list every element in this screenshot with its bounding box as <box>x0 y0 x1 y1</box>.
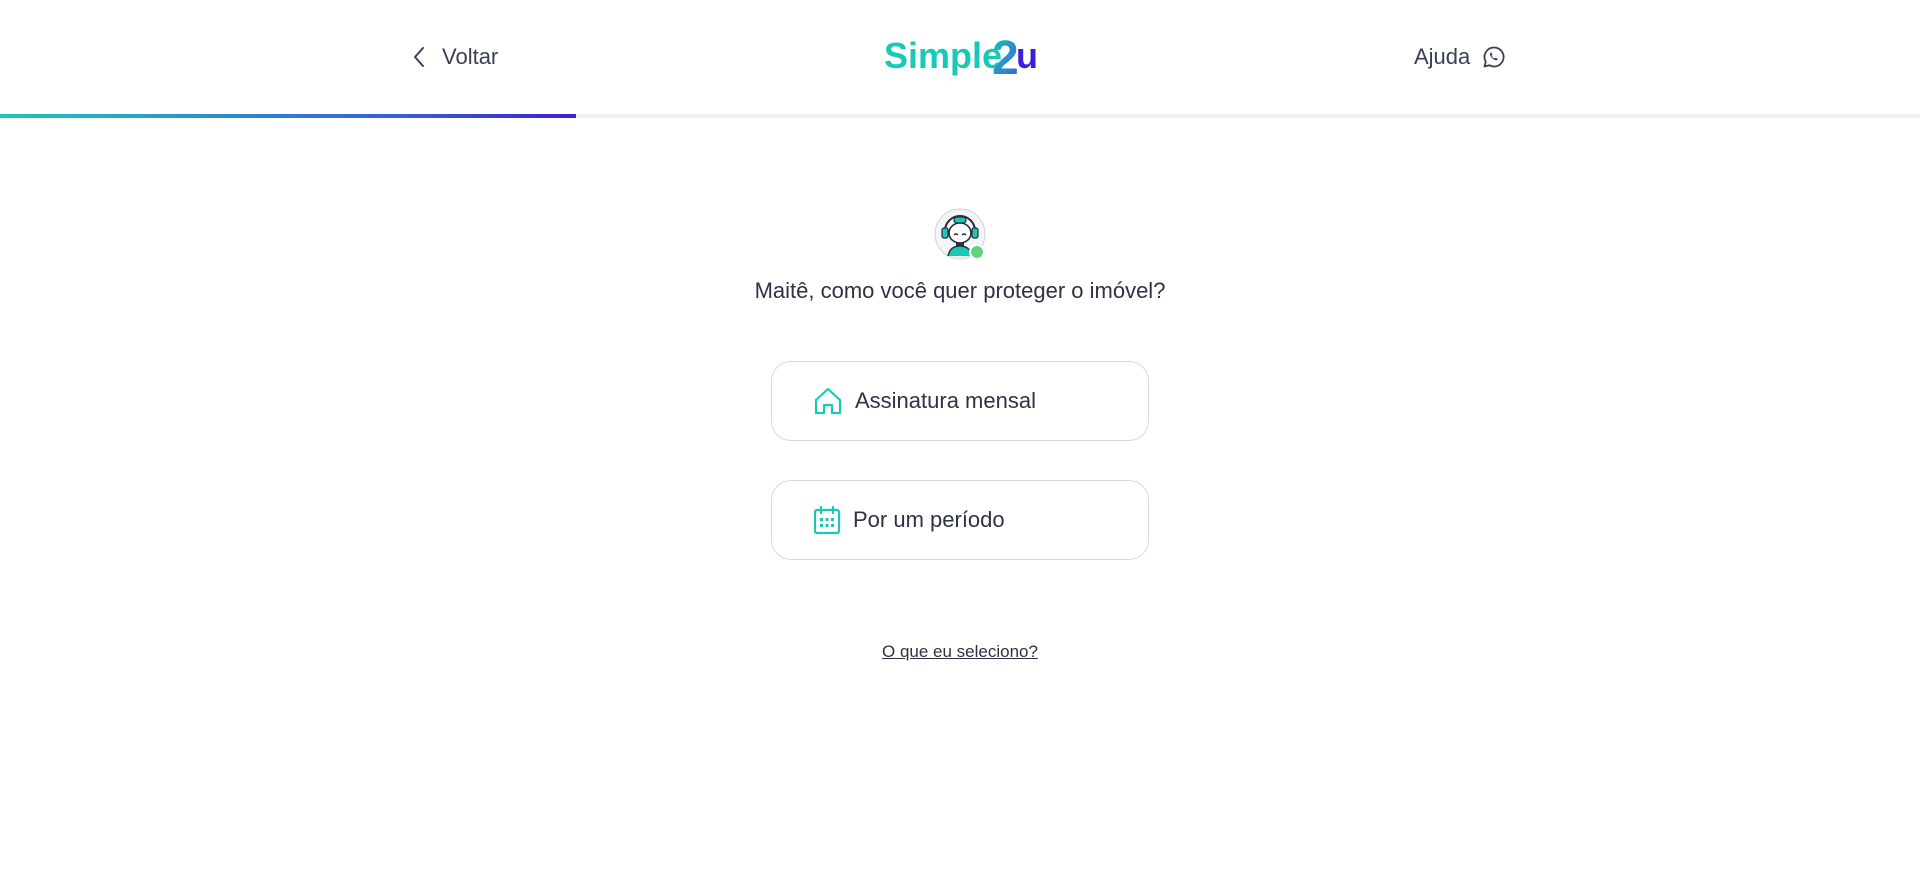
logo-text-simple: Simple <box>884 35 1002 76</box>
option-label: Por um período <box>853 507 1005 532</box>
simple2u-logo[interactable]: Simple 2 u <box>884 30 1036 78</box>
calendar-icon <box>813 505 841 535</box>
progress-fill <box>0 114 576 118</box>
back-button[interactable]: Voltar <box>412 44 498 70</box>
option-label: Assinatura mensal <box>855 388 1036 413</box>
option-monthly-subscription[interactable]: Assinatura mensal <box>771 361 1149 441</box>
help-button[interactable]: Ajuda <box>1414 44 1506 70</box>
page-question: Maitê, como você quer proteger o imóvel? <box>754 278 1166 303</box>
progress-track <box>0 114 1920 118</box>
home-icon <box>814 387 842 415</box>
top-header: Voltar Simple 2 u Ajuda <box>0 0 1920 118</box>
online-status-dot <box>969 244 985 260</box>
logo-text-u: u <box>1016 35 1036 76</box>
whatsapp-icon <box>1483 46 1505 68</box>
help-question-container: O que eu seleciono? <box>0 642 1920 662</box>
assistant-avatar <box>934 208 986 260</box>
help-label: Ajuda <box>1414 44 1471 69</box>
option-per-period[interactable]: Por um período <box>771 480 1149 560</box>
logo-text-2: 2 <box>992 32 1019 78</box>
help-question-link[interactable]: O que eu seleciono? <box>882 642 1038 661</box>
back-label: Voltar <box>442 44 499 69</box>
chevron-left-icon <box>414 47 424 67</box>
